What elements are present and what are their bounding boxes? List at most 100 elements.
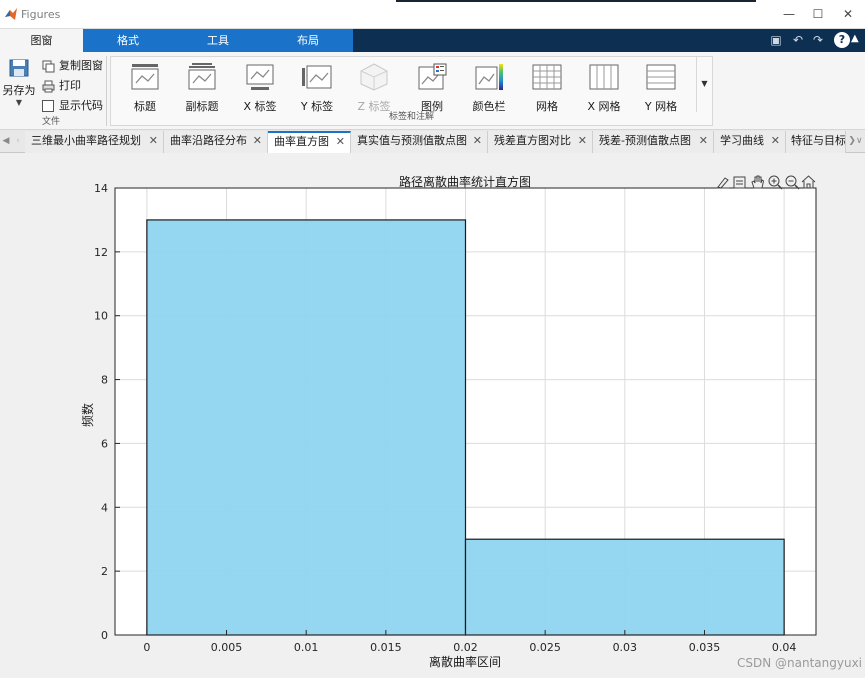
doc-tab-label: 三维最小曲率路径规划 <box>31 134 141 147</box>
doc-tab-label: 真实值与预测值散点图 <box>357 134 467 147</box>
print-icon <box>42 80 55 92</box>
doc-tab-residual-scatter[interactable]: 残差-预测值散点图 ✕ <box>593 131 714 153</box>
close-tab-icon[interactable]: ✕ <box>149 131 158 151</box>
ribbon-expand-button[interactable]: ▼ <box>696 56 712 112</box>
close-tab-icon[interactable]: ✕ <box>473 131 482 151</box>
x-tick-label: 0.02 <box>453 641 478 654</box>
close-tab-icon[interactable]: ✕ <box>771 131 780 151</box>
y-grid-button[interactable]: Y 网格 <box>633 63 689 114</box>
z-label-icon <box>360 63 388 91</box>
y-label-button[interactable]: Y 标签 <box>289 63 345 114</box>
undo-icon[interactable]: ↶ <box>790 32 806 48</box>
grid-button[interactable]: 网格 <box>519 63 575 114</box>
subtitle-button-label: 副标题 <box>185 100 219 113</box>
colorbar-button[interactable]: 颜色栏 <box>461 63 517 114</box>
save-quick-icon[interactable]: ▣ <box>768 32 784 48</box>
watermark: CSDN @nantangyuxi <box>737 656 862 670</box>
y-tick-label: 14 <box>94 182 108 195</box>
datatip-icon[interactable] <box>733 175 747 189</box>
show-code-checkbox[interactable]: 显示代码 <box>42 98 103 114</box>
x-label-button[interactable]: X 标签 <box>232 63 288 114</box>
doc-tab-label: 残差直方图对比 <box>494 134 571 147</box>
group-divider <box>106 56 107 126</box>
pan-icon[interactable] <box>750 174 765 189</box>
file-group-label: 文件 <box>42 117 61 127</box>
close-button[interactable]: ✕ <box>834 3 862 25</box>
y-tick-label: 6 <box>101 437 108 450</box>
print-label: 打印 <box>59 79 81 92</box>
figure-document-tabs: ◀ ‹ 三维最小曲率路径规划 ✕ 曲率沿路径分布 ✕ 曲率直方图 ✕ 真实值与预测值散… <box>0 130 865 153</box>
subtitle-button[interactable]: 副标题 <box>174 63 230 114</box>
x-grid-button[interactable]: X 网格 <box>576 63 632 114</box>
redo-icon[interactable]: ↷ <box>810 32 826 48</box>
x-grid-icon <box>589 64 619 90</box>
labels-annotations-group: 标题 副标题 X 标签 Y 标签 Z 标签 图例 颜色栏 网格 X 网格 Y 网… <box>110 56 713 126</box>
y-tick-label: 4 <box>101 501 108 514</box>
save-as-icon <box>9 59 29 77</box>
x-grid-button-label: X 网格 <box>587 100 621 113</box>
y-tick-label: 0 <box>101 629 108 642</box>
matlab-logo-icon <box>5 8 17 20</box>
doc-tab-curvature-along-path[interactable]: 曲率沿路径分布 ✕ <box>164 131 268 153</box>
y-label-icon <box>302 65 332 89</box>
close-tab-icon[interactable]: ✕ <box>578 131 587 151</box>
grid-button-label: 网格 <box>536 100 558 113</box>
maximize-button[interactable]: ☐ <box>804 3 832 25</box>
doc-tab-label: 曲率沿路径分布 <box>170 134 247 147</box>
print-button[interactable]: 打印 <box>42 78 81 94</box>
zoom-in-icon[interactable] <box>768 175 783 190</box>
z-label-button[interactable]: Z 标签 <box>346 63 402 114</box>
titlebar-accent-line <box>396 0 756 2</box>
copy-icon <box>42 60 55 72</box>
x-tick-label: 0.025 <box>529 641 561 654</box>
y-tick-label: 12 <box>94 246 108 259</box>
doc-tab-3d-path-planning[interactable]: 三维最小曲率路径规划 ✕ <box>25 131 164 153</box>
subtitle-icon <box>188 63 216 90</box>
x-tick-label: 0.015 <box>370 641 402 654</box>
legend-button[interactable]: 图例 <box>404 63 460 114</box>
doc-tab-curvature-histogram[interactable]: 曲率直方图 ✕ <box>268 131 351 153</box>
save-as-button[interactable]: 另存为 ▼ <box>2 58 36 107</box>
tab-tools[interactable]: 工具 <box>173 29 263 52</box>
chart-title: 路径离散曲率统计直方图 <box>399 174 531 189</box>
home-icon[interactable] <box>801 174 816 189</box>
figure-canvas: 0 0.005 0.01 0.015 0.02 0.025 0.03 0.035 0.04 0 2 4… <box>0 153 865 678</box>
tab-layout[interactable]: 布局 <box>263 29 353 52</box>
close-tab-icon[interactable]: ✕ <box>336 133 345 151</box>
y-grid-button-label: Y 网格 <box>644 100 678 113</box>
help-icon[interactable]: ? <box>834 32 850 48</box>
x-tick-label: 0 <box>143 641 150 654</box>
histogram-bar[interactable] <box>464 538 785 636</box>
close-tab-icon[interactable]: ✕ <box>253 131 262 151</box>
minimize-button[interactable]: — <box>775 3 803 25</box>
doc-tab-features-target[interactable]: 特征与目标 <box>786 131 846 153</box>
copy-figure-label: 复制图窗 <box>59 59 103 72</box>
brush-icon[interactable] <box>716 175 730 189</box>
close-tab-icon[interactable]: ✕ <box>699 131 708 151</box>
y-grid-icon <box>646 64 676 90</box>
copy-figure-button[interactable]: 复制图窗 <box>42 58 103 74</box>
doc-tab-label: 残差-预测值散点图 <box>599 134 691 147</box>
save-as-label: 另存为 <box>2 84 36 97</box>
x-label-icon <box>246 64 274 90</box>
tab-figure[interactable]: 图窗 <box>0 29 83 52</box>
title-icon <box>131 64 159 90</box>
tab-format[interactable]: 格式 <box>83 29 173 52</box>
collapse-ribbon-icon[interactable]: ▲ <box>851 33 859 44</box>
doc-tab-label: 学习曲线 <box>720 134 764 147</box>
colorbar-icon <box>475 64 503 90</box>
x-tick-label: 0.01 <box>294 641 319 654</box>
tabs-scroll-prev-icon[interactable]: ‹ <box>12 130 24 152</box>
chevron-down-icon[interactable]: ▼ <box>2 98 36 107</box>
tabs-overflow-icon[interactable]: ❯∨ <box>846 130 865 152</box>
doc-tab-residual-histogram[interactable]: 残差直方图对比 ✕ <box>488 131 593 153</box>
doc-tab-learning-curve[interactable]: 学习曲线 ✕ <box>714 131 786 153</box>
x-tick-label: 0.04 <box>772 641 797 654</box>
tabs-scroll-left-icon[interactable]: ◀ <box>0 130 12 152</box>
histogram-bar[interactable] <box>146 219 467 636</box>
show-code-check-box[interactable] <box>42 100 54 112</box>
histogram-chart[interactable]: 0 0.005 0.01 0.015 0.02 0.025 0.03 0.035 0.04 0 2 4… <box>0 153 865 678</box>
zoom-out-icon[interactable] <box>785 175 800 190</box>
title-button[interactable]: 标题 <box>117 63 173 114</box>
doc-tab-true-vs-predicted-scatter[interactable]: 真实值与预测值散点图 ✕ <box>351 131 488 153</box>
